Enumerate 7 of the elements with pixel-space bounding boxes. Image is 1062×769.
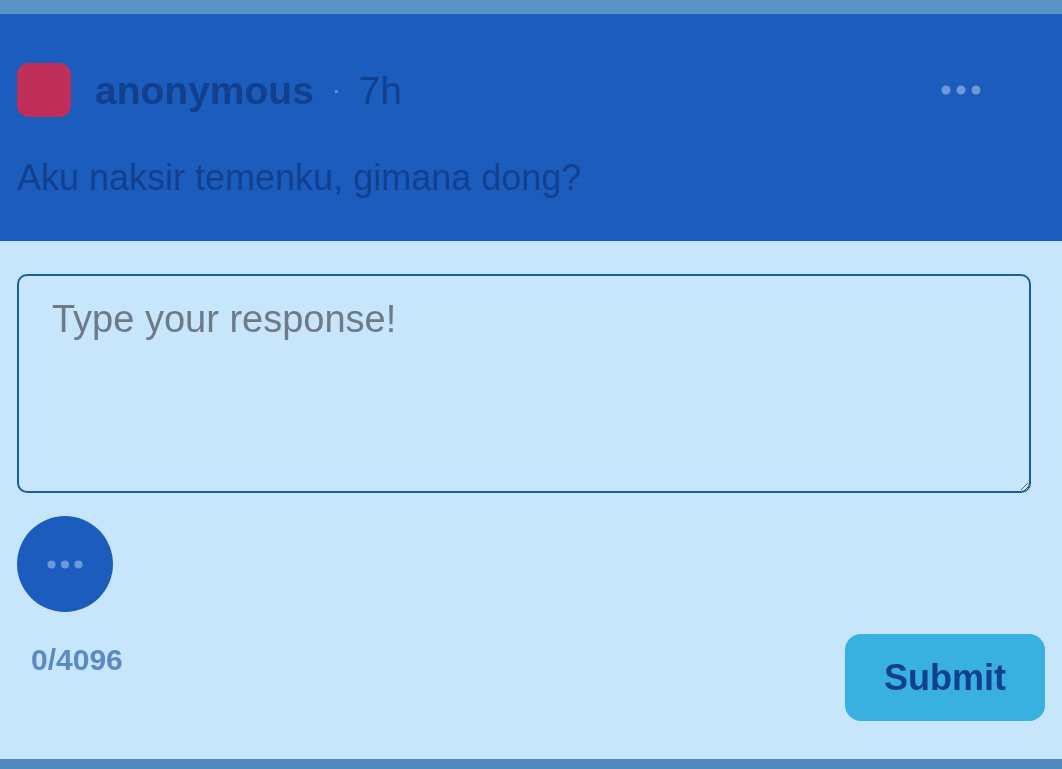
avatar-icon	[17, 63, 71, 117]
response-field[interactable]: Type your response!	[17, 274, 1031, 493]
more-icon	[47, 559, 83, 569]
separator-dot: ·	[331, 77, 341, 103]
more-icon	[941, 85, 981, 95]
submit-button[interactable]: Submit	[845, 634, 1045, 721]
character-counter: 0/4096	[31, 643, 123, 677]
